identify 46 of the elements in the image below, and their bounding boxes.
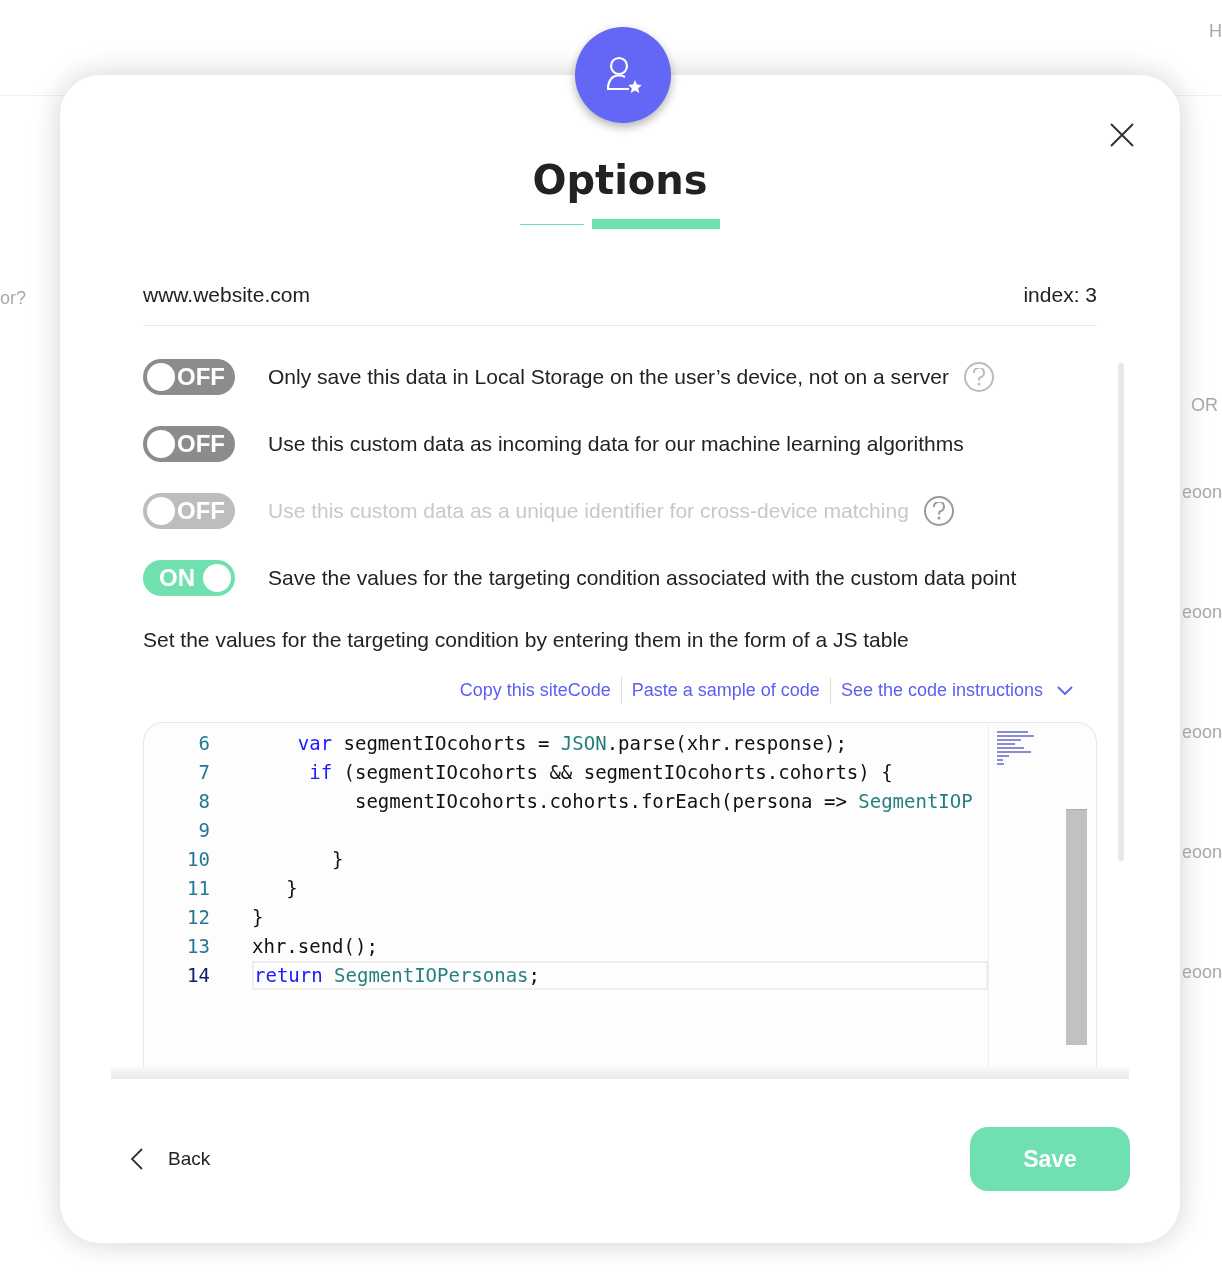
code-link[interactable]: See the code instructions — [840, 677, 1043, 704]
option-label: Save the values for the targeting condition associated with the custom data point — [268, 564, 1017, 591]
line-number: 13 — [186, 934, 210, 960]
code-line: segmentIOcohorts.cohorts.forEach(persona => SegmentIOP — [353, 789, 973, 815]
line-number: 12 — [186, 905, 210, 931]
chevron-left-icon — [130, 1147, 144, 1171]
option-label: Only save this data in Local Storage on the user’s device, not on a server — [268, 363, 949, 390]
toggle-knob — [147, 496, 175, 525]
code-link[interactable]: Copy this siteCode — [459, 677, 611, 704]
dialog-title: Options — [532, 156, 708, 205]
website-url: www.website.com — [143, 282, 310, 308]
code-line: if (segmentIOcohorts && segmentIOcohorts.cohorts) { — [308, 760, 893, 786]
code-line: } — [252, 905, 264, 931]
toggle-knob — [203, 563, 231, 592]
line-number: 11 — [186, 876, 210, 902]
background-text: or? — [0, 287, 26, 310]
line-number: 8 — [197, 789, 210, 815]
line-number: 14 — [186, 963, 210, 989]
title-underline — [520, 223, 584, 225]
close-icon[interactable] — [1108, 121, 1136, 149]
background-text: eoon — [1181, 841, 1222, 864]
background-text: eoon — [1181, 601, 1222, 624]
toggle-knob — [147, 429, 175, 458]
index-label: index: 3 — [1023, 282, 1097, 308]
code-line: } — [285, 876, 298, 902]
toggle-knob — [147, 362, 175, 391]
code-line: } — [331, 847, 344, 873]
code-line: var segmentIOcohorts = JSON.parse(xhr.response); — [296, 731, 847, 757]
code-link[interactable]: Paste a sample of code — [631, 677, 820, 704]
background-text: eoon — [1181, 481, 1222, 504]
back-button[interactable]: Back — [130, 1144, 211, 1174]
background-text: H — [1209, 20, 1222, 43]
code-line: xhr.send(); — [252, 934, 378, 960]
instructions-text: Set the values for the targeting condition by entering them in the form of a JS table — [143, 626, 910, 653]
background-text: eoon — [1181, 961, 1222, 984]
background-text: eoon — [1181, 721, 1222, 744]
line-number: 10 — [186, 847, 210, 873]
toggle-switch[interactable]: OFF — [143, 425, 235, 462]
line-number: 9 — [197, 818, 210, 844]
background-text: OR — [1191, 394, 1218, 417]
line-number: 6 — [197, 731, 210, 757]
toggle-switch[interactable]: OFF — [143, 358, 235, 395]
option-label: Use this custom data as incoming data for our machine learning algorithms — [268, 430, 964, 457]
line-number: 7 — [197, 760, 210, 786]
code-line: return SegmentIOPersonas; — [254, 963, 540, 989]
chevron-down-icon[interactable] — [1057, 685, 1073, 696]
